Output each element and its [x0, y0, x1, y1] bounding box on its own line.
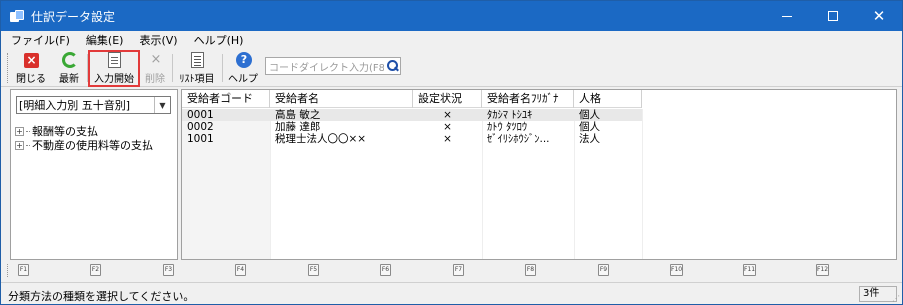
expand-icon[interactable]: + — [15, 126, 24, 136]
refresh-button[interactable]: 最新 — [55, 52, 83, 85]
cell-status: × — [443, 121, 452, 133]
close-window-icon: ✕ — [872, 6, 886, 25]
fkey-f11[interactable]: F11 — [743, 264, 756, 276]
minimize-button[interactable] — [764, 1, 810, 31]
list-items-button-label: ﾘｽﾄ項目 — [179, 74, 215, 85]
close-window-button[interactable]: ✕ — [856, 1, 902, 31]
function-key-bar: F1 F2 F3 F4 F5 F6 F7 F8 F9 F10 F11 F12 — [1, 262, 902, 280]
status-bar: 分類方法の種類を選択してください。 3件 ⋰ — [1, 282, 902, 304]
expand-icon[interactable]: + — [15, 140, 24, 150]
cell-type: 個人 — [579, 121, 600, 133]
status-message: 分類方法の種類を選択してください。 — [8, 290, 195, 303]
cell-status: × — [413, 109, 482, 121]
menu-bar: ファイル(F) 編集(E) 表示(V) ヘルプ(H) — [1, 31, 902, 49]
cell-code: 0002 — [187, 121, 214, 133]
cell-kana: ｾﾞｲﾘｼﾎｳｼﾞﾝ... — [487, 133, 550, 145]
menu-edit[interactable]: 編集(E) — [86, 32, 124, 48]
tree-item-remuneration[interactable]: + 報酬等の支払 — [15, 124, 153, 138]
search-icon[interactable] — [384, 58, 400, 74]
grid-header: ^ 受給者コード 受給者名 設定状況 受給者名ﾌﾘｶﾞﾅ 人格 — [182, 90, 642, 108]
column-header-kana[interactable]: 受給者名ﾌﾘｶﾞﾅ — [482, 90, 574, 108]
fkey-f2[interactable]: F2 — [90, 264, 101, 276]
fkey-f7[interactable]: F7 — [453, 264, 464, 276]
cell-kana: ｶﾄｳ ﾀﾂﾛｳ — [487, 121, 528, 133]
list-icon — [191, 52, 204, 68]
fkey-f10[interactable]: F10 — [670, 264, 683, 276]
column-header-code[interactable]: ^ 受給者コード — [182, 90, 270, 108]
cell-name: 加藤 達郎 — [275, 121, 321, 133]
classification-pane: [明細入力別 五十音別] ▼ + 報酬等の支払 + 不動産の使用料等の支払 — [10, 89, 178, 260]
refresh-icon — [62, 52, 78, 68]
input-start-button[interactable]: 入力開始 — [88, 50, 140, 87]
delete-button[interactable]: × 削除 — [143, 52, 167, 86]
column-header-status[interactable]: 設定状況 — [413, 90, 482, 108]
classification-select-value: [明細入力別 五十音別] — [19, 99, 131, 112]
direct-code-placeholder: コードダイレクト入力(F8) — [269, 62, 384, 74]
document-icon — [108, 52, 121, 68]
fkey-f5[interactable]: F5 — [308, 264, 319, 276]
list-items-button[interactable]: ﾘｽﾄ項目 — [177, 52, 217, 85]
help-button[interactable]: ? ヘルプ — [227, 52, 259, 85]
title-bar[interactable]: 仕訳データ設定 ✕ — [1, 1, 902, 31]
grid-body: 0001 高島 敏之 × ﾀｶｼﾏ ﾄｼﾕｷ 個人 0002 加藤 達郎 × ｶ… — [182, 109, 642, 145]
menu-view[interactable]: 表示(V) — [139, 32, 177, 48]
fkey-f4[interactable]: F4 — [235, 264, 246, 276]
recipient-grid: ^ 受給者コード 受給者名 設定状況 受給者名ﾌﾘｶﾞﾅ 人格 0001 高島 … — [181, 89, 897, 260]
toolbar-separator — [222, 54, 223, 82]
fkey-f1[interactable]: F1 — [18, 264, 29, 276]
toolbar-separator — [172, 54, 173, 82]
fkey-f8[interactable]: F8 — [525, 264, 536, 276]
toolbar-separator — [87, 54, 88, 82]
fkey-f6[interactable]: F6 — [380, 264, 391, 276]
app-icon — [10, 10, 24, 22]
cell-type: 個人 — [574, 109, 642, 121]
cell-name: 税理士法人〇〇×× — [275, 133, 367, 145]
chevron-down-icon[interactable]: ▼ — [154, 97, 170, 113]
close-button[interactable]: × 閉じる — [16, 52, 46, 85]
fkey-f9[interactable]: F9 — [598, 264, 609, 276]
classification-tree: + 報酬等の支払 + 不動産の使用料等の支払 — [15, 124, 153, 152]
close-icon: × — [24, 53, 39, 68]
cell-name: 高島 敏之 — [270, 109, 413, 121]
cell-code: 0001 — [182, 109, 270, 121]
column-header-type[interactable]: 人格 — [574, 90, 642, 108]
resize-grip-icon[interactable]: ⋰ — [892, 294, 900, 303]
table-row[interactable]: 0001 高島 敏之 × ﾀｶｼﾏ ﾄｼﾕｷ 個人 — [182, 109, 642, 121]
cell-type: 法人 — [579, 133, 600, 145]
help-button-label: ヘルプ — [228, 74, 258, 85]
sort-ascending-icon: ^ — [226, 92, 232, 100]
close-button-label: 閉じる — [16, 74, 46, 85]
app-window: 仕訳データ設定 ✕ ファイル(F) 編集(E) 表示(V) ヘルプ(H) × 閉… — [0, 0, 903, 305]
fkey-f12[interactable]: F12 — [816, 264, 829, 276]
menu-help[interactable]: ヘルプ(H) — [194, 32, 244, 48]
minimize-icon — [782, 15, 792, 17]
maximize-button[interactable] — [810, 1, 856, 31]
cell-status: × — [443, 133, 452, 145]
maximize-icon — [828, 11, 838, 21]
menu-file[interactable]: ファイル(F) — [11, 32, 70, 48]
fkey-f3[interactable]: F3 — [163, 264, 174, 276]
tree-item-label: 不動産の使用料等の支払 — [32, 139, 153, 152]
window-title: 仕訳データ設定 — [31, 9, 116, 24]
cell-kana: ﾀｶｼﾏ ﾄｼﾕｷ — [482, 109, 574, 121]
toolbar-grip[interactable] — [7, 53, 9, 83]
delete-icon: × — [150, 52, 162, 67]
toolbar: × 閉じる 最新 入力開始 × 削除 ﾘｽﾄ項目 ? ヘルプ コードダイレクト入… — [1, 49, 902, 87]
table-row[interactable]: 1001 税理士法人〇〇×× × ｾﾞｲﾘｼﾎｳｼﾞﾝ... 法人 — [182, 133, 642, 145]
input-start-button-label: 入力開始 — [94, 74, 134, 85]
function-key-grip[interactable] — [7, 264, 9, 277]
refresh-button-label: 最新 — [59, 74, 79, 85]
help-icon: ? — [236, 52, 252, 68]
cell-code: 1001 — [187, 133, 214, 145]
table-row[interactable]: 0002 加藤 達郎 × ｶﾄｳ ﾀﾂﾛｳ 個人 — [182, 121, 642, 133]
classification-select[interactable]: [明細入力別 五十音別] ▼ — [16, 96, 171, 114]
direct-code-input[interactable]: コードダイレクト入力(F8) — [265, 57, 401, 75]
delete-button-label: 削除 — [145, 74, 165, 85]
tree-item-real-estate[interactable]: + 不動産の使用料等の支払 — [15, 138, 153, 152]
column-header-name[interactable]: 受給者名 — [270, 90, 413, 108]
